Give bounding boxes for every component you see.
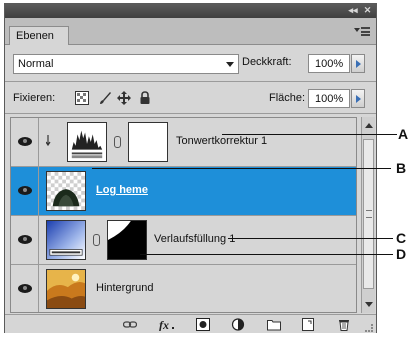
trash-icon[interactable] xyxy=(337,318,351,331)
panel-titlebar[interactable]: ◂◂ ✕ xyxy=(5,4,376,18)
eye-icon xyxy=(18,137,32,146)
layers-toolbar: fx xyxy=(5,314,376,333)
layer-name[interactable]: Hintergrund xyxy=(96,282,153,294)
group-folder-icon[interactable] xyxy=(267,318,281,331)
gradient-fill-thumbnail[interactable] xyxy=(46,220,86,260)
callout-b: B xyxy=(396,160,407,176)
callout-a: A xyxy=(398,126,409,142)
divider xyxy=(5,81,376,82)
clipping-arrow-icon xyxy=(46,135,51,147)
visibility-toggle[interactable] xyxy=(11,167,39,215)
visibility-toggle[interactable] xyxy=(11,265,39,312)
adjustment-layer-icon[interactable] xyxy=(231,318,245,331)
chevron-down-icon xyxy=(226,62,234,67)
scroll-thumb[interactable] xyxy=(363,139,374,289)
blend-mode-select[interactable]: Normal xyxy=(13,54,239,74)
layer-row[interactable]: Hintergrund xyxy=(11,265,356,312)
divider xyxy=(5,113,376,114)
visibility-toggle[interactable] xyxy=(11,118,39,166)
svg-text:fx: fx xyxy=(159,318,169,331)
lock-transparency-icon[interactable] xyxy=(75,91,89,105)
callout-line-c xyxy=(228,238,393,239)
layer-name[interactable]: Log heme xyxy=(96,184,148,196)
blend-mode-value: Normal xyxy=(18,58,54,70)
link-layers-icon[interactable] xyxy=(123,318,137,331)
brush-icon[interactable] xyxy=(98,91,112,105)
layer-name[interactable]: Verlaufsfüllung 1 xyxy=(154,233,235,245)
scroll-up-icon[interactable] xyxy=(365,123,373,128)
opacity-slider-button[interactable] xyxy=(351,54,365,73)
callout-d: D xyxy=(396,246,407,262)
background-thumbnail[interactable] xyxy=(46,269,86,309)
move-icon[interactable] xyxy=(117,91,131,105)
add-mask-icon[interactable] xyxy=(196,318,210,331)
panel-menu-icon[interactable] xyxy=(354,27,370,38)
fill-label: Fläche: xyxy=(269,92,306,104)
eye-icon xyxy=(18,186,32,195)
link-icon[interactable] xyxy=(114,136,121,148)
visibility-toggle[interactable] xyxy=(11,216,39,264)
layer-row[interactable]: Tonwertkorrektur 1 xyxy=(11,118,356,167)
eye-icon xyxy=(18,284,32,293)
grip-icon xyxy=(366,210,372,218)
layer-row-selected[interactable]: Log heme xyxy=(11,167,356,216)
tab-strip: Ebenen xyxy=(5,18,376,45)
new-layer-icon[interactable] xyxy=(301,318,315,331)
callout-line-d xyxy=(140,254,393,255)
layer-name[interactable]: Tonwertkorrektur 1 xyxy=(176,135,267,147)
eye-icon xyxy=(18,235,32,244)
fill-slider-button[interactable] xyxy=(351,89,365,108)
scrollbar[interactable] xyxy=(361,117,375,313)
callout-c: C xyxy=(396,230,407,246)
opacity-label: Deckkraft: xyxy=(242,56,292,68)
collapse-icon[interactable]: ◂◂ xyxy=(346,5,360,16)
levels-thumbnail[interactable] xyxy=(67,122,107,162)
layers-list: Tonwertkorrektur 1 Log heme Verlaufsfüll… xyxy=(10,117,357,313)
layer-row[interactable]: Verlaufsfüllung 1 xyxy=(11,216,356,265)
scroll-down-icon[interactable] xyxy=(365,302,373,307)
fill-field[interactable]: 100% xyxy=(308,89,350,108)
lock-icon[interactable] xyxy=(138,91,152,105)
resize-grip-icon[interactable] xyxy=(365,324,373,332)
link-icon[interactable] xyxy=(93,234,100,246)
fx-icon[interactable]: fx xyxy=(158,318,178,331)
tab-layers[interactable]: Ebenen xyxy=(9,26,69,45)
logo-layer-thumbnail[interactable] xyxy=(46,171,86,211)
close-icon[interactable]: ✕ xyxy=(362,5,373,16)
lock-label: Fixieren: xyxy=(13,92,56,104)
layer-mask-thumbnail[interactable] xyxy=(128,122,168,162)
callout-line-b xyxy=(92,168,391,169)
opacity-field[interactable]: 100% xyxy=(308,54,350,73)
callout-line-a xyxy=(222,134,397,135)
